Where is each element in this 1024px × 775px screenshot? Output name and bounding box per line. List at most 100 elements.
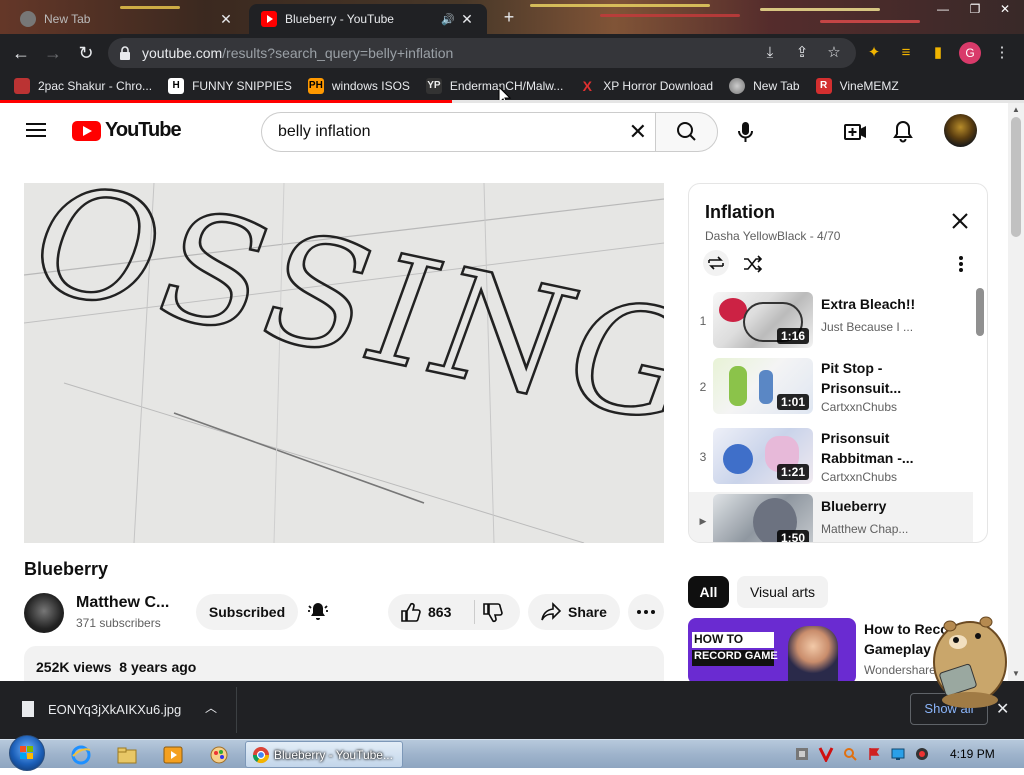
profile-avatar[interactable]: G (959, 42, 981, 64)
youtube-page: YouTube belly inflation ✕ OSSINGTON Blue… (0, 103, 1008, 681)
item-channel[interactable]: CartxxnChubs (821, 470, 897, 484)
start-button[interactable] (9, 735, 45, 771)
scroll-up-icon[interactable]: ▲ (1012, 105, 1020, 114)
user-avatar[interactable] (944, 114, 977, 147)
restore-icon[interactable]: ❐ (960, 0, 990, 20)
minimize-icon[interactable]: — (928, 0, 958, 20)
chevron-up-icon[interactable]: ︿ (205, 699, 217, 716)
internet-explorer-icon[interactable] (70, 744, 92, 766)
yp-icon: YP (425, 78, 442, 94)
item-title[interactable]: Prisonsuit Rabbitman -... (821, 428, 941, 468)
item-channel[interactable]: CartxxnChubs (821, 400, 897, 414)
search-input[interactable]: belly inflation ✕ (261, 112, 655, 152)
recommended-video-thumbnail[interactable]: HOW TO RECORD GAME (688, 618, 856, 681)
create-video-icon[interactable] (840, 117, 870, 147)
kebab-menu-icon[interactable]: ⋮ (992, 43, 1012, 63)
playlist-scrollbar[interactable] (976, 288, 984, 336)
tab-blueberry-youtube[interactable]: Blueberry - YouTube 🔊 ✕ (249, 4, 487, 34)
notifications-bell-icon[interactable] (888, 117, 918, 147)
taskbar-chrome-window[interactable]: Blueberry - YouTube... (245, 741, 403, 768)
globe-icon (729, 78, 746, 94)
like-count[interactable]: 863 (428, 604, 451, 620)
scroll-thumb[interactable] (1011, 117, 1021, 237)
speaker-icon[interactable]: 🔊 (441, 13, 459, 26)
playlist-item[interactable]: 2 1:01 Pit Stop - Prisonsuit... CartxxnC… (689, 356, 973, 422)
file-explorer-icon[interactable] (116, 744, 138, 766)
extensions-icon[interactable]: ✦ (864, 43, 884, 63)
loop-icon[interactable] (703, 250, 729, 276)
youtube-logo[interactable]: YouTube (72, 119, 182, 142)
taskbar-clock[interactable]: 4:19 PM (950, 747, 995, 761)
video-thumbnail[interactable]: 1:21 (713, 428, 813, 484)
menu-icon[interactable] (26, 123, 46, 137)
search-button[interactable] (655, 112, 718, 152)
item-index: 2 (699, 380, 707, 394)
bookmark-star-icon[interactable]: ☆ (824, 43, 844, 63)
item-channel[interactable]: Matthew Chap... (821, 522, 908, 536)
video-thumbnail[interactable]: 1:01 (713, 358, 813, 414)
close-icon[interactable]: ✕ (459, 11, 475, 28)
description-box[interactable]: 252K views 8 years ago (24, 646, 664, 681)
reload-icon[interactable]: ↻ (75, 42, 97, 64)
item-title[interactable]: Blueberry (821, 496, 941, 516)
paint-app-icon[interactable] (208, 744, 230, 766)
thumb-art (729, 366, 747, 406)
volume-icon[interactable] (914, 746, 930, 762)
tab-new-tab[interactable]: New Tab ✕ (8, 4, 246, 34)
tray-app-icon[interactable] (794, 746, 810, 762)
tray-v-icon[interactable] (818, 746, 834, 762)
video-thumbnail[interactable]: 1:16 (713, 292, 813, 348)
page-scrollbar[interactable]: ▲ ▼ (1008, 103, 1024, 681)
action-center-flag-icon[interactable] (866, 746, 882, 762)
notification-all-bell-icon[interactable] (306, 600, 330, 624)
playlist-item-current[interactable]: ▶ 1:50 Blueberry Matthew Chap... (689, 492, 973, 542)
bookmark-2pac[interactable]: 2pac Shakur - Chro... (14, 78, 152, 94)
address-bar[interactable]: youtube.com/results?search_query=belly+i… (108, 38, 856, 68)
chip-visual-arts[interactable]: Visual arts (737, 576, 828, 608)
close-icon[interactable] (949, 210, 971, 232)
video-thumbnail[interactable]: 1:50 (713, 494, 813, 542)
more-actions-button[interactable] (628, 594, 664, 630)
channel-avatar[interactable] (24, 593, 64, 633)
tray-search-icon[interactable] (842, 746, 858, 762)
new-tab-button[interactable]: + (498, 6, 520, 28)
bookmark-xp-horror[interactable]: X XP Horror Download (579, 78, 714, 94)
microphone-icon[interactable] (730, 117, 760, 147)
bookmark-windows-isos[interactable]: PH windows ISOS (307, 78, 410, 94)
download-item[interactable]: EONYq3jXkAIKXu6.jpg (22, 701, 181, 717)
bookmark-new-tab[interactable]: New Tab (729, 78, 800, 94)
close-icon[interactable]: ✕ (218, 11, 234, 28)
bookmark-funny-snippies[interactable]: H FUNNY SNIPPIES (168, 78, 292, 94)
share-page-icon[interactable]: ⇪ (792, 43, 812, 63)
media-player-icon[interactable] (162, 744, 184, 766)
bookmark-endermanch[interactable]: YP EndermanCH/Malw... (425, 78, 563, 94)
item-title[interactable]: Pit Stop - Prisonsuit... (821, 358, 941, 398)
forward-icon[interactable]: → (42, 42, 64, 64)
item-channel[interactable]: Just Because I ... (821, 320, 913, 334)
video-frame: OSSINGTON (24, 183, 664, 543)
scroll-down-icon[interactable]: ▼ (1012, 669, 1020, 678)
channel-name[interactable]: Matthew C... (76, 594, 169, 612)
shuffle-icon[interactable] (741, 252, 765, 276)
playlist-item[interactable]: 1 1:16 Extra Bleach!! Just Because I ... (689, 290, 973, 356)
subscribed-button[interactable]: Subscribed (196, 594, 298, 630)
item-title[interactable]: Extra Bleach!! (821, 294, 941, 314)
thumbs-up-icon[interactable] (400, 602, 422, 622)
playlist-subtitle[interactable]: Dasha YellowBlack - 4/70 (705, 229, 840, 243)
bookmark-vinememz[interactable]: R VineMEMZ (815, 78, 899, 94)
playlist-item[interactable]: 3 1:21 Prisonsuit Rabbitman -... Cartxxn… (689, 426, 973, 492)
video-player[interactable]: OSSINGTON (24, 183, 664, 543)
close-window-icon[interactable]: ✕ (990, 0, 1020, 20)
share-button[interactable]: Share (528, 594, 620, 630)
clear-search-icon[interactable]: ✕ (629, 119, 647, 145)
side-panel-icon[interactable]: ▮ (928, 43, 948, 63)
media-control-icon[interactable]: ≡ (896, 43, 916, 63)
chip-all[interactable]: All (688, 576, 729, 608)
playlist-title[interactable]: Inflation (705, 202, 775, 223)
thumbs-down-icon[interactable] (482, 603, 504, 623)
network-icon[interactable] (890, 746, 906, 762)
back-icon[interactable]: ← (10, 42, 32, 64)
more-vertical-icon[interactable] (953, 254, 969, 274)
video-duration: 1:16 (776, 328, 809, 344)
install-icon[interactable]: ⤓ (760, 43, 780, 63)
